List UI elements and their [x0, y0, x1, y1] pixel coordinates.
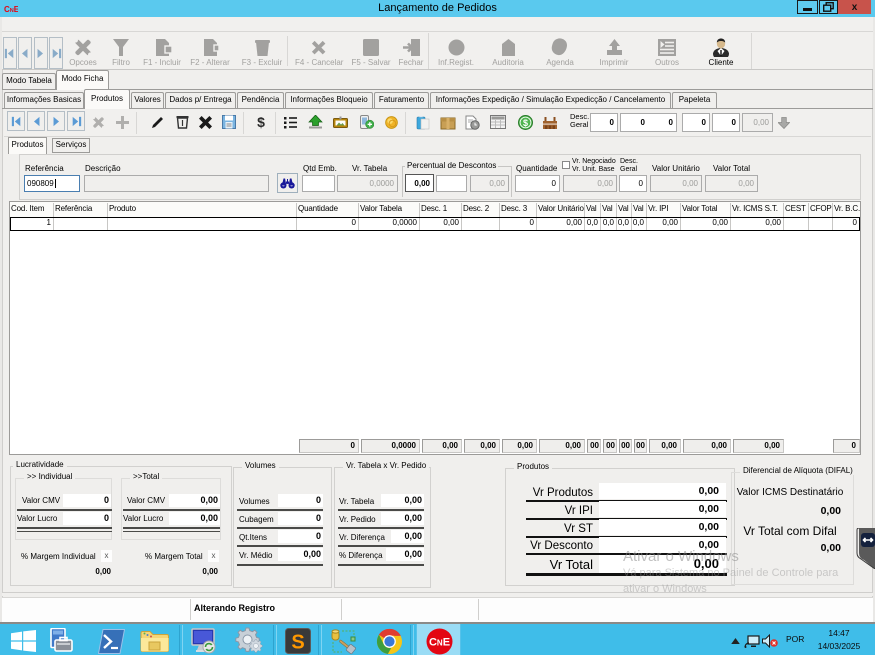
- svg-text:$: $: [522, 118, 527, 128]
- svg-text:CNE: CNE: [428, 636, 449, 648]
- svg-text:S: S: [291, 632, 304, 654]
